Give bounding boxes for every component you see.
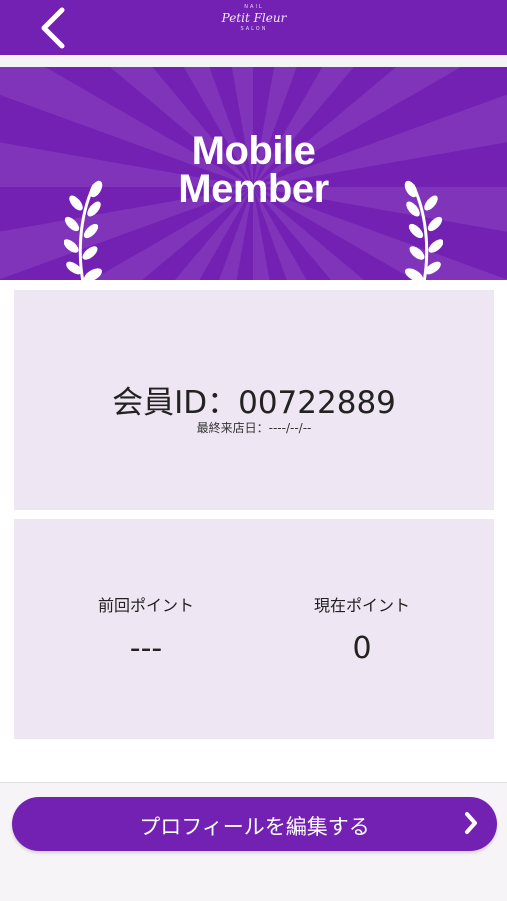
banner-title-line1: Mobile: [191, 129, 316, 173]
previous-points-value: ---: [129, 631, 163, 666]
current-points-value: 0: [352, 631, 372, 666]
logo-bottom-text: SALON: [240, 26, 268, 32]
member-id-card: 会員ID：00722889 最終来店日：----/--/--: [14, 290, 494, 510]
logo-script-text: Petit Fleur: [221, 11, 287, 25]
points-card: 前回ポイント --- 現在ポイント 0: [14, 519, 494, 739]
app-header: NAIL Petit Fleur SALON: [0, 0, 507, 55]
member-id: 会員ID：00722889: [112, 385, 396, 421]
banner-title-line2: Member: [178, 167, 329, 211]
current-points-label: 現在ポイント: [313, 596, 410, 615]
chevron-right-icon: [465, 812, 477, 834]
edit-profile-button[interactable]: プロフィールを編集する: [12, 797, 497, 851]
previous-points-label: 前回ポイント: [97, 596, 194, 615]
salon-logo: NAIL Petit Fleur SALON: [200, 4, 308, 50]
logo-top-text: NAIL: [244, 4, 264, 10]
chevron-left-icon: [41, 7, 65, 49]
header-spacer: [0, 55, 507, 67]
edit-profile-label: プロフィールを編集する: [139, 815, 370, 839]
banner-title: Mobile Member: [0, 129, 507, 211]
back-button[interactable]: [28, 6, 78, 50]
last-visit-date: 最終来店日：----/--/--: [196, 421, 312, 435]
